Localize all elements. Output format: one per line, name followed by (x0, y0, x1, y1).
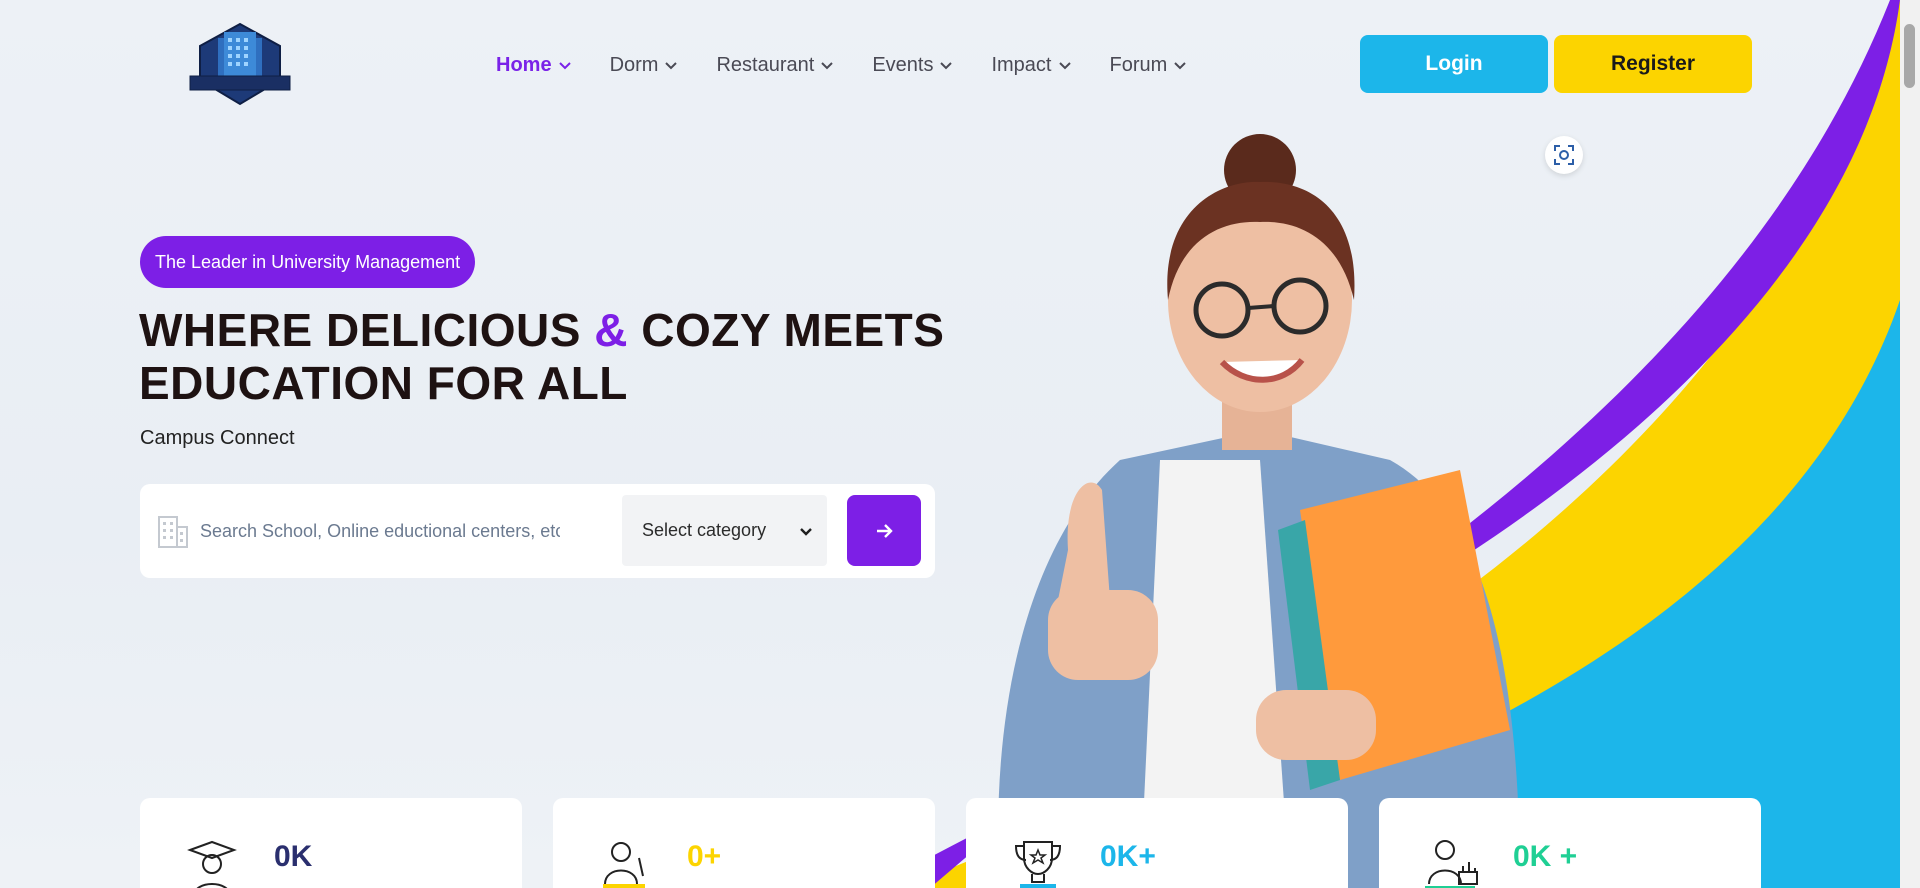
stat-value: 0K (274, 840, 313, 873)
nav-label: Impact (991, 53, 1052, 76)
page-scrollbar[interactable] (1900, 0, 1920, 888)
login-button[interactable]: Login (1360, 35, 1548, 93)
visual-search-button[interactable] (1545, 136, 1583, 174)
main-nav: Home Dorm Restaurant Events Impact Forum (496, 50, 1225, 80)
stat-value: 0K + (1513, 840, 1578, 873)
search-input[interactable] (200, 508, 560, 554)
student-hero-image (998, 134, 1520, 888)
register-button[interactable]: Register (1554, 35, 1752, 93)
stat-value: 0K+ (1100, 840, 1156, 873)
chevron-down-icon (1174, 62, 1187, 70)
nav-dorm[interactable]: Dorm (610, 54, 679, 77)
nav-events[interactable]: Events (872, 54, 953, 77)
scan-icon (1554, 145, 1574, 165)
category-select[interactable]: Select category (622, 495, 827, 566)
stat-card-teachers: 0+ (553, 798, 935, 888)
tagline-badge: The Leader in University Management (140, 236, 476, 288)
chevron-down-icon (558, 62, 571, 70)
nav-label: Dorm (609, 53, 659, 76)
nav-label: Restaurant (716, 53, 815, 76)
home-page: Home Dorm Restaurant Events Impact Forum… (0, 0, 1920, 888)
category-select-value: Select category (642, 520, 767, 540)
headline-part1: WHERE DELICIOUS (139, 304, 595, 356)
headline-ampersand: & (594, 304, 628, 356)
search-submit-button[interactable] (847, 495, 921, 566)
presenter-icon (1425, 840, 1478, 888)
search-bar: Select category (140, 484, 935, 578)
nav-label: Forum (1109, 53, 1168, 76)
stat-card-courses: 0K + (1379, 798, 1761, 888)
nav-label: Events (872, 53, 934, 76)
nav-home[interactable]: Home (496, 54, 572, 77)
chevron-down-icon (800, 528, 812, 536)
stat-value: 0+ (687, 840, 722, 873)
nav-forum[interactable]: Forum (1110, 54, 1188, 77)
teacher-icon (603, 842, 645, 888)
hero-subtitle: Campus Connect (140, 427, 295, 449)
chevron-down-icon (1058, 62, 1071, 70)
building-icon (158, 516, 188, 548)
chevron-down-icon (821, 62, 834, 70)
scrollbar-thumb[interactable] (1904, 24, 1915, 88)
campus-connect-logo[interactable] (188, 20, 292, 106)
chevron-down-icon (665, 62, 678, 70)
nav-label: Home (496, 53, 552, 76)
nav-impact[interactable]: Impact (991, 54, 1071, 77)
stat-card-awards: 0K+ (966, 798, 1348, 888)
page-title: WHERE DELICIOUS & COZY MEETS EDUCATION F… (139, 304, 979, 410)
trophy-icon (1014, 841, 1062, 888)
arrow-right-icon (877, 523, 893, 538)
stat-card-students: 0K (140, 798, 522, 888)
graduate-icon (187, 840, 237, 888)
chevron-down-icon (940, 62, 953, 70)
nav-restaurant[interactable]: Restaurant (716, 54, 834, 77)
